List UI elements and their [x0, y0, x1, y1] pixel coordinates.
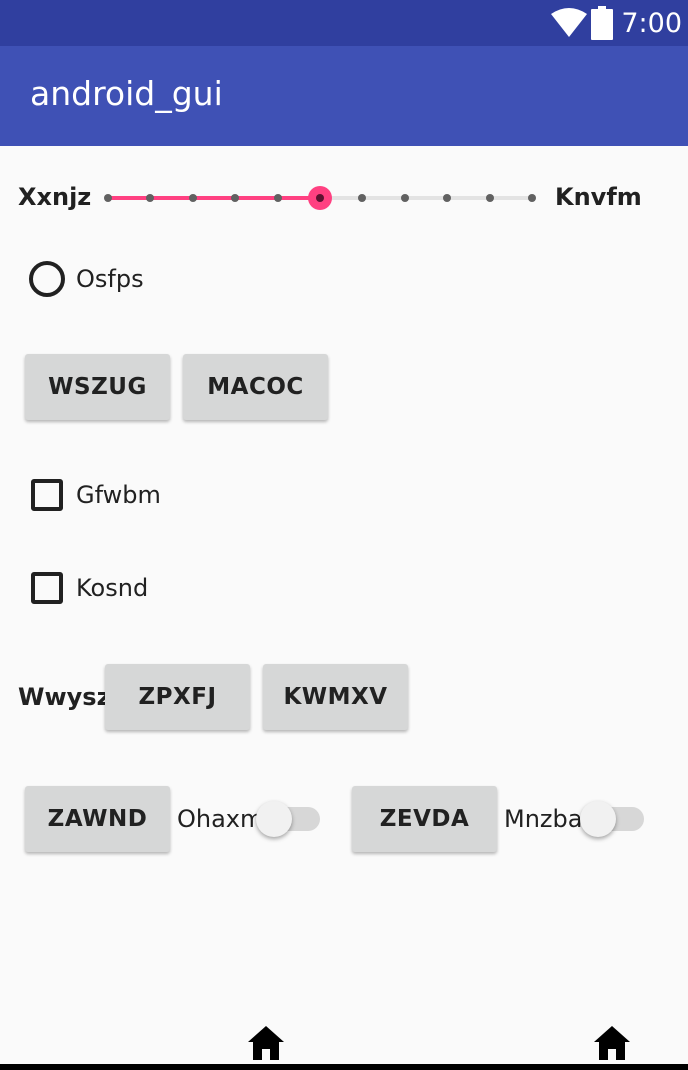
zevda-button[interactable]: ZEVDA: [352, 786, 497, 852]
switch-mnzba[interactable]: [580, 801, 616, 837]
seekbar[interactable]: [100, 178, 540, 218]
seekbar-tick: [400, 194, 409, 202]
seekbar-end-label: Knvfm: [555, 183, 642, 211]
switch-label-ohaxm: Ohaxm: [177, 805, 264, 833]
seekbar-start-label: Xxnjz: [18, 183, 92, 211]
macoc-button[interactable]: MACOC: [183, 354, 328, 420]
wifi-icon: [551, 8, 588, 37]
home-icon[interactable]: [248, 1026, 284, 1060]
seekbar-tick: [443, 194, 452, 202]
checkbox-label-kosnd: Kosnd: [76, 574, 149, 602]
app-bar: android_gui: [0, 46, 688, 146]
wszug-button[interactable]: WSZUG: [25, 354, 170, 420]
seekbar-tick: [273, 194, 282, 202]
seekbar-thumb[interactable]: [308, 186, 332, 210]
seekbar-progress: [108, 196, 320, 200]
app-title: android_gui: [30, 74, 223, 113]
seekbar-tick: [485, 194, 494, 202]
battery-icon: [591, 6, 614, 40]
zpxfj-button[interactable]: ZPXFJ: [105, 664, 250, 730]
row-label-wwysz: Wwysz: [18, 683, 111, 711]
status-time: 7:00: [621, 7, 682, 39]
navigation-bar: [0, 1064, 688, 1070]
checkbox-label-gfwbm: Gfwbm: [76, 481, 161, 509]
checkbox-gfwbm[interactable]: [31, 479, 63, 511]
seekbar-tick: [231, 194, 240, 202]
radio-button-osfps[interactable]: [29, 261, 65, 297]
kwmxv-button[interactable]: KWMXV: [263, 664, 408, 730]
checkbox-kosnd[interactable]: [31, 572, 63, 604]
switch-label-mnzba: Mnzba: [504, 805, 583, 833]
radio-label: Osfps: [76, 265, 144, 293]
home-icon[interactable]: [594, 1026, 630, 1060]
zawnd-button[interactable]: ZAWND: [25, 786, 170, 852]
seekbar-tick: [528, 194, 536, 202]
status-icons: 7:00: [551, 4, 682, 42]
seekbar-tick: [146, 194, 155, 202]
seekbar-tick: [104, 194, 112, 202]
seekbar-tick: [358, 194, 367, 202]
seekbar-tick: [188, 194, 197, 202]
switch-ohaxm[interactable]: [256, 801, 292, 837]
status-bar: 7:00: [0, 0, 688, 46]
